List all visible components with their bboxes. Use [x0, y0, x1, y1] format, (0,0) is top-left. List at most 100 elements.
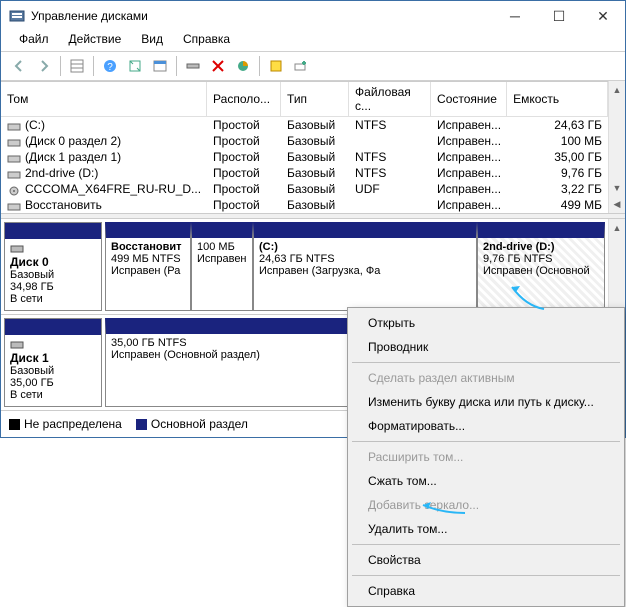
ctx-open[interactable]: Открыть [350, 311, 622, 335]
table-header-row: Том Располо... Тип Файловая с... Состоян… [1, 82, 608, 117]
forward-button[interactable] [32, 54, 56, 78]
layout-list-button[interactable] [65, 54, 89, 78]
volume-icon [7, 201, 21, 211]
back-button[interactable] [7, 54, 31, 78]
table-row[interactable]: (Диск 0 раздел 2)ПростойБазовыйИсправен.… [1, 133, 608, 149]
table-row[interactable]: 2nd-drive (D:)ПростойБазовыйNTFSИсправен… [1, 165, 608, 181]
table-scrollbar[interactable]: ▲ ▼ ◀ [608, 81, 625, 213]
cell-fs: NTFS [349, 117, 431, 133]
scroll-left-arrow[interactable]: ◀ [609, 196, 625, 213]
cell-volume: Восстановить [1, 197, 207, 213]
ctx-format[interactable]: Форматировать... [350, 414, 622, 438]
minimize-button[interactable]: ─ [493, 1, 537, 31]
disk-header-1[interactable]: Диск 1 Базовый 35,00 ГБ В сети [4, 318, 102, 407]
disk-row-0: Диск 0 Базовый 34,98 ГБ В сети Восстанов… [1, 219, 608, 315]
help-icon[interactable]: ? [98, 54, 122, 78]
ctx-separator [352, 362, 620, 363]
cell-layout: Простой [207, 117, 281, 133]
disk-icon [10, 243, 24, 255]
ctx-properties[interactable]: Свойства [350, 548, 622, 572]
ctx-extend: Расширить том... [350, 445, 622, 469]
menu-view[interactable]: Вид [131, 31, 173, 51]
close-button[interactable]: ✕ [581, 1, 625, 31]
col-fs[interactable]: Файловая с... [349, 82, 431, 117]
cell-status: Исправен... [431, 197, 507, 213]
cell-fs: NTFS [349, 149, 431, 165]
cell-layout: Простой [207, 133, 281, 149]
partition-2nd-drive[interactable]: 2nd-drive (D:) 9,76 ГБ NTFS Исправен (Ос… [477, 222, 605, 311]
col-volume[interactable]: Том [1, 82, 207, 117]
cell-layout: Простой [207, 197, 281, 213]
col-type[interactable]: Тип [281, 82, 349, 117]
cell-cap: 3,22 ГБ [507, 181, 608, 197]
disk-icon [10, 339, 24, 351]
partition-c[interactable]: (C:) 24,63 ГБ NTFS Исправен (Загрузка, Ф… [253, 222, 477, 311]
ctx-separator [352, 575, 620, 576]
window-title: Управление дисками [31, 9, 493, 23]
cell-layout: Простой [207, 165, 281, 181]
cell-fs [349, 197, 431, 213]
cell-fs: UDF [349, 181, 431, 197]
cell-type: Базовый [281, 165, 349, 181]
cell-status: Исправен... [431, 149, 507, 165]
ctx-shrink[interactable]: Сжать том... [350, 469, 622, 493]
volume-icon [7, 121, 21, 131]
volume-table: Том Располо... Тип Файловая с... Состоян… [1, 81, 608, 213]
cell-cap: 24,63 ГБ [507, 117, 608, 133]
ctx-explorer[interactable]: Проводник [350, 335, 622, 359]
legend-unallocated: Не распределена [9, 417, 122, 431]
ctx-separator [352, 441, 620, 442]
maximize-button[interactable]: ☐ [537, 1, 581, 31]
table-row[interactable]: CCCOMA_X64FRE_RU-RU_D...ПростойБазовыйUD… [1, 181, 608, 197]
menu-help[interactable]: Справка [173, 31, 240, 51]
svg-text:?: ? [107, 62, 113, 73]
cell-layout: Простой [207, 149, 281, 165]
col-status[interactable]: Состояние [431, 82, 507, 117]
drive-button[interactable] [181, 54, 205, 78]
ctx-make-active: Сделать раздел активным [350, 366, 622, 390]
menu-file[interactable]: Файл [9, 31, 59, 51]
partition-efi[interactable]: 100 МБ Исправен [191, 222, 253, 311]
menu-bar: Файл Действие Вид Справка [1, 31, 625, 51]
cell-volume: (Диск 0 раздел 2) [1, 133, 207, 149]
properties-button[interactable] [148, 54, 172, 78]
partition-recovery[interactable]: Восстановит 499 МБ NTFS Исправен (Ра [105, 222, 191, 311]
cell-volume: (Диск 1 раздел 1) [1, 149, 207, 165]
ctx-change-letter[interactable]: Изменить букву диска или путь к диску... [350, 390, 622, 414]
delete-icon[interactable] [206, 54, 230, 78]
ctx-separator [352, 544, 620, 545]
cell-status: Исправен... [431, 165, 507, 181]
cell-volume: 2nd-drive (D:) [1, 165, 207, 181]
context-menu: Открыть Проводник Сделать раздел активны… [347, 307, 625, 607]
cell-cap: 100 МБ [507, 133, 608, 149]
ctx-mirror: Добавить зеркало... [350, 493, 622, 517]
table-row[interactable]: (C:)ПростойБазовыйNTFSИсправен...24,63 Г… [1, 117, 608, 133]
volume-icon [7, 153, 21, 163]
volume-icon [7, 137, 21, 147]
refresh-button[interactable] [123, 54, 147, 78]
table-row[interactable]: ВосстановитьПростойБазовыйИсправен...499… [1, 197, 608, 213]
scroll-up-arrow[interactable]: ▲ [609, 219, 625, 236]
cell-type: Базовый [281, 149, 349, 165]
scroll-up-arrow[interactable]: ▲ [609, 81, 625, 98]
cell-fs: NTFS [349, 165, 431, 181]
chart-icon[interactable] [231, 54, 255, 78]
disk-header-0[interactable]: Диск 0 Базовый 34,98 ГБ В сети [4, 222, 102, 311]
cell-status: Исправен... [431, 117, 507, 133]
cell-type: Базовый [281, 197, 349, 213]
legend-primary: Основной раздел [136, 417, 248, 431]
col-cap[interactable]: Емкость [507, 82, 608, 117]
col-layout[interactable]: Располо... [207, 82, 281, 117]
cell-type: Базовый [281, 117, 349, 133]
cell-fs [349, 133, 431, 149]
ctx-delete[interactable]: Удалить том... [350, 517, 622, 541]
new-volume-icon[interactable] [289, 54, 313, 78]
scroll-down-arrow[interactable]: ▼ [609, 179, 625, 196]
wizard-icon[interactable] [264, 54, 288, 78]
table-row[interactable]: (Диск 1 раздел 1)ПростойБазовыйNTFSИспра… [1, 149, 608, 165]
menu-action[interactable]: Действие [59, 31, 132, 51]
cell-layout: Простой [207, 181, 281, 197]
cell-status: Исправен... [431, 181, 507, 197]
app-icon [9, 8, 25, 24]
cd-icon [7, 185, 21, 195]
